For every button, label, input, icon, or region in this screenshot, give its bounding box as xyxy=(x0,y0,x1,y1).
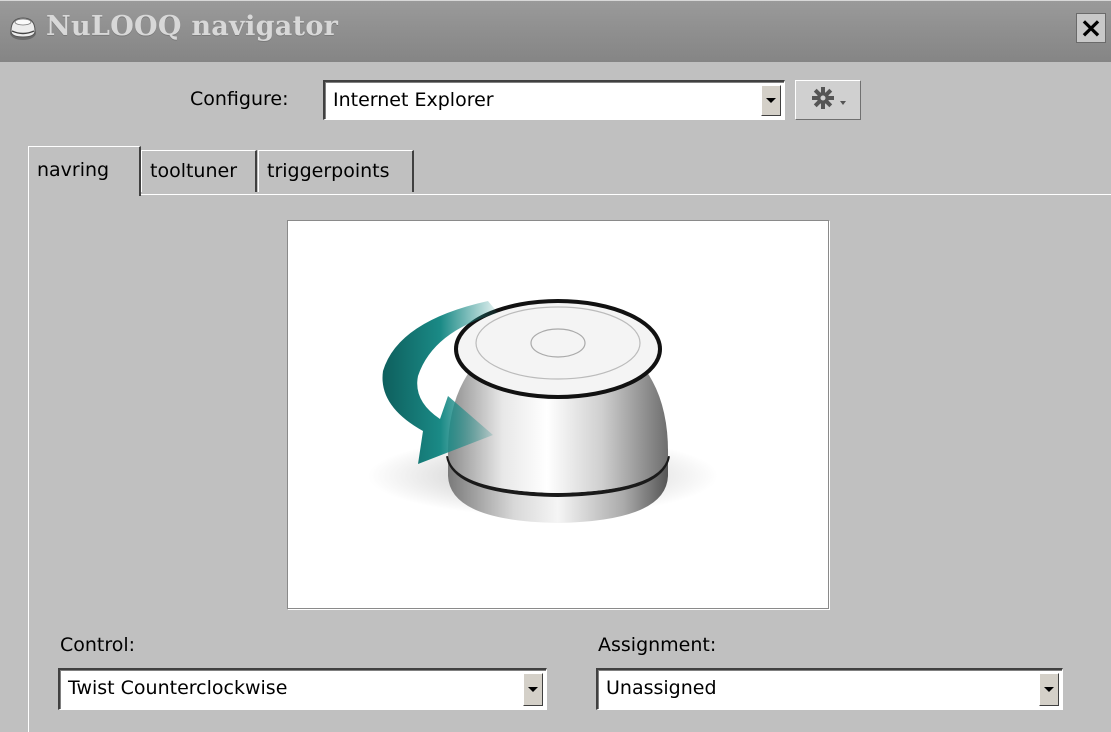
navring-twist-icon xyxy=(368,299,718,523)
configure-dropdown-arrow[interactable] xyxy=(761,85,781,116)
configure-label: Configure: xyxy=(190,88,289,110)
chevron-down-icon xyxy=(839,91,847,110)
control-select-value: Twist Counterclockwise xyxy=(68,677,288,699)
close-button[interactable]: × xyxy=(1076,13,1106,43)
navring-illustration xyxy=(287,220,829,609)
close-icon: × xyxy=(1079,11,1103,44)
nulooq-device-icon xyxy=(8,13,38,43)
tab-triggerpoints[interactable]: triggerpoints xyxy=(258,150,414,192)
assignment-label: Assignment: xyxy=(598,634,717,656)
title-bar[interactable]: NuLOOQ navigator × xyxy=(0,0,1111,62)
assignment-select[interactable]: Unassigned xyxy=(596,668,1063,710)
options-button[interactable] xyxy=(795,80,861,120)
control-dropdown-arrow[interactable] xyxy=(523,673,543,706)
tab-tooltuner[interactable]: tooltuner xyxy=(141,150,257,192)
window-title: NuLOOQ navigator xyxy=(46,11,339,42)
assignment-select-value: Unassigned xyxy=(606,677,717,699)
configure-select[interactable]: Internet Explorer xyxy=(323,80,785,120)
tab-navring[interactable]: navring xyxy=(28,146,141,196)
gear-icon xyxy=(810,85,836,115)
control-select[interactable]: Twist Counterclockwise xyxy=(58,668,547,710)
control-label: Control: xyxy=(60,634,136,656)
assignment-dropdown-arrow[interactable] xyxy=(1039,673,1059,706)
configure-select-value: Internet Explorer xyxy=(333,89,494,111)
